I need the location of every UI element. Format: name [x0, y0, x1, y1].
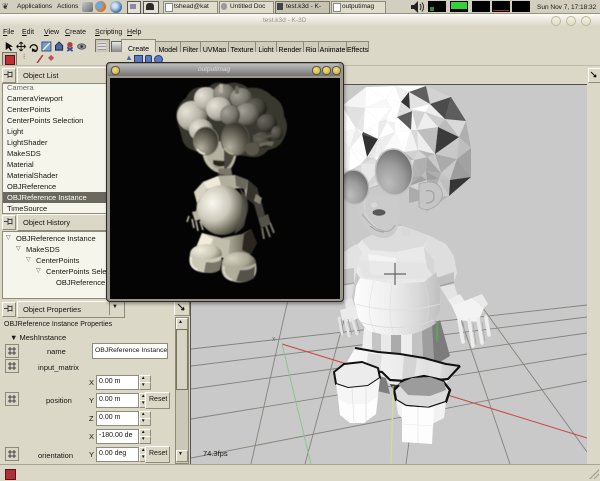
svg-text:74.3fps: 74.3fps	[203, 449, 228, 458]
svg-text:x: x	[272, 336, 276, 343]
